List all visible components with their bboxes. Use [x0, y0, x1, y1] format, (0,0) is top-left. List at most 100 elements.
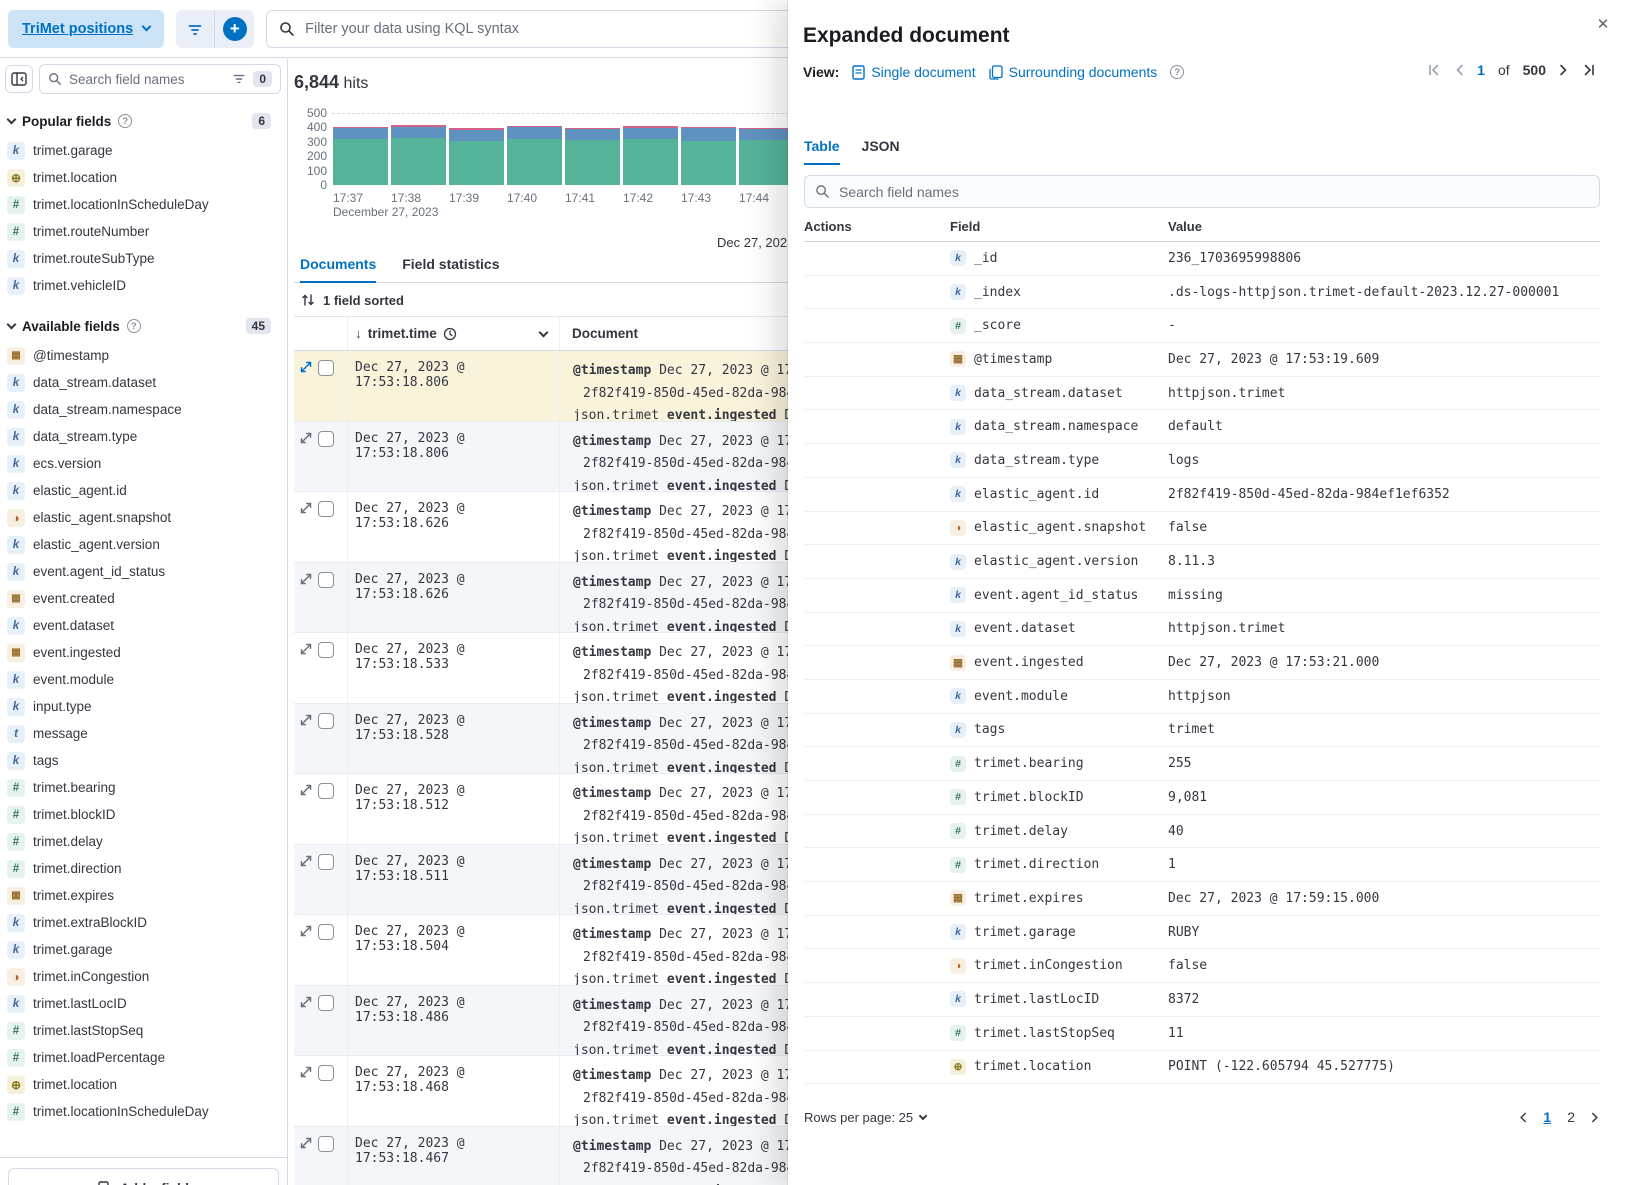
rows-per-page-selector[interactable]: Rows per page: 25 [804, 1110, 926, 1125]
field-list-item[interactable]: trimet.garage [0, 137, 287, 164]
histogram-bar[interactable] [623, 126, 678, 185]
field-list-item[interactable]: event.dataset [0, 612, 287, 639]
field-list-item[interactable]: message [0, 720, 287, 747]
field-value-row[interactable]: trimet.lastStopSeq 11 [804, 1017, 1600, 1051]
field-value-row[interactable]: trimet.expires Dec 27, 2023 @ 17:59:15.0… [804, 882, 1600, 916]
field-list-item[interactable]: trimet.garage [0, 936, 287, 963]
field-value-row[interactable]: trimet.delay 40 [804, 815, 1600, 849]
field-value-row[interactable]: @timestamp Dec 27, 2023 @ 17:53:19.609 [804, 343, 1600, 377]
expand-document-icon[interactable] [300, 643, 312, 703]
tab-table[interactable]: Table [804, 138, 840, 165]
field-list-item[interactable]: trimet.inCongestion [0, 963, 287, 990]
field-list-item[interactable]: elastic_agent.snapshot [0, 504, 287, 531]
row-checkbox[interactable] [318, 1065, 334, 1081]
expand-document-icon[interactable] [300, 573, 312, 633]
histogram-bar[interactable] [681, 127, 736, 185]
field-list-item[interactable]: trimet.bearing [0, 774, 287, 801]
field-value-row[interactable]: elastic_agent.snapshot false [804, 512, 1600, 546]
grid-header-time-column[interactable]: ↓ trimet.time [348, 317, 560, 350]
field-list-item[interactable]: event.created [0, 585, 287, 612]
field-value-row[interactable]: _score - [804, 309, 1600, 343]
page-number-button[interactable]: 2 [1567, 1109, 1575, 1125]
field-value-row[interactable]: data_stream.type logs [804, 444, 1600, 478]
histogram-bar[interactable] [391, 125, 446, 185]
field-list-item[interactable]: trimet.locationInScheduleDay [0, 1098, 287, 1125]
add-field-button[interactable]: Add a field [8, 1168, 279, 1185]
field-list-item[interactable]: trimet.direction [0, 855, 287, 882]
expand-document-icon[interactable] [300, 784, 312, 844]
field-list-item[interactable]: ecs.version [0, 450, 287, 477]
expand-document-icon[interactable] [300, 361, 312, 421]
expand-document-icon[interactable] [300, 925, 312, 985]
popular-fields-header[interactable]: Popular fields ? 6 [0, 113, 287, 129]
field-list-item[interactable]: data_stream.namespace [0, 396, 287, 423]
tab-json[interactable]: JSON [862, 138, 900, 165]
row-checkbox[interactable] [318, 360, 334, 376]
row-checkbox[interactable] [318, 783, 334, 799]
surrounding-documents-link[interactable]: Surrounding documents [989, 64, 1158, 80]
field-value-row[interactable]: elastic_agent.id 2f82f419-850d-45ed-82da… [804, 478, 1600, 512]
row-checkbox[interactable] [318, 642, 334, 658]
row-checkbox[interactable] [318, 995, 334, 1011]
collapse-sidebar-button[interactable] [5, 65, 33, 93]
field-list-item[interactable]: trimet.location [0, 164, 287, 191]
filter-menu-button[interactable] [176, 10, 215, 48]
field-value-row[interactable]: data_stream.namespace default [804, 410, 1600, 444]
histogram-bar[interactable] [739, 128, 794, 185]
row-checkbox[interactable] [318, 713, 334, 729]
field-list-item[interactable]: trimet.delay [0, 828, 287, 855]
field-value-row[interactable]: trimet.lastLocID 8372 [804, 983, 1600, 1017]
histogram-bar[interactable] [565, 128, 620, 185]
field-value-row[interactable]: event.ingested Dec 27, 2023 @ 17:53:21.0… [804, 646, 1600, 680]
field-value-row[interactable]: trimet.location POINT (-122.605794 45.52… [804, 1051, 1600, 1085]
field-list-item[interactable]: trimet.blockID [0, 801, 287, 828]
flyout-field-search[interactable]: Search field names [804, 175, 1600, 208]
next-document-button[interactable] [1559, 63, 1569, 77]
expand-document-icon[interactable] [300, 855, 312, 915]
expand-document-icon[interactable] [300, 432, 312, 492]
field-list-item[interactable]: trimet.lastLocID [0, 990, 287, 1017]
tab-documents[interactable]: Documents [300, 247, 376, 283]
field-value-row[interactable]: trimet.inCongestion false [804, 949, 1600, 983]
field-value-row[interactable]: event.agent_id_status missing [804, 579, 1600, 613]
expand-document-icon[interactable] [300, 714, 312, 774]
field-list-item[interactable]: event.agent_id_status [0, 558, 287, 585]
field-value-row[interactable]: _id 236_1703695998806 [804, 242, 1600, 276]
previous-document-button[interactable] [1454, 63, 1464, 77]
field-value-row[interactable]: trimet.direction 1 [804, 848, 1600, 882]
field-list-item[interactable]: trimet.lastStopSeq [0, 1017, 287, 1044]
field-list-item[interactable]: elastic_agent.id [0, 477, 287, 504]
row-checkbox[interactable] [318, 1136, 334, 1152]
field-value-row[interactable]: trimet.bearing 255 [804, 747, 1600, 781]
single-document-link[interactable]: Single document [852, 64, 975, 80]
field-list-item[interactable]: trimet.routeSubType [0, 245, 287, 272]
field-list-item[interactable]: event.ingested [0, 639, 287, 666]
expand-document-icon[interactable] [300, 1066, 312, 1126]
tab-field-statistics[interactable]: Field statistics [402, 247, 499, 283]
field-value-row[interactable]: trimet.garage RUBY [804, 916, 1600, 950]
field-list-item[interactable]: elastic_agent.version [0, 531, 287, 558]
last-document-button[interactable] [1582, 63, 1596, 77]
row-checkbox[interactable] [318, 431, 334, 447]
field-list-item[interactable]: tags [0, 747, 287, 774]
field-search-input[interactable]: Search field names 0 [39, 64, 281, 94]
expand-document-icon[interactable] [300, 502, 312, 562]
add-filter-button[interactable]: + [215, 10, 254, 48]
field-list-item[interactable]: trimet.loadPercentage [0, 1044, 287, 1071]
expand-document-icon[interactable] [300, 1137, 312, 1185]
field-value-row[interactable]: tags trimet [804, 714, 1600, 748]
next-page-button[interactable] [1591, 1111, 1600, 1124]
field-list-item[interactable]: data_stream.type [0, 423, 287, 450]
previous-page-button[interactable] [1518, 1111, 1527, 1124]
field-list-item[interactable]: trimet.location [0, 1071, 287, 1098]
field-value-row[interactable]: event.module httpjson [804, 680, 1600, 714]
field-list-item[interactable]: trimet.routeNumber [0, 218, 287, 245]
field-list-item[interactable]: event.module [0, 666, 287, 693]
field-value-row[interactable]: data_stream.dataset httpjson.trimet [804, 377, 1600, 411]
field-value-row[interactable]: event.dataset httpjson.trimet [804, 613, 1600, 647]
field-filter-icon[interactable] [232, 73, 246, 85]
row-checkbox[interactable] [318, 572, 334, 588]
available-fields-header[interactable]: Available fields ? 45 [0, 318, 287, 334]
field-list-item[interactable]: trimet.expires [0, 882, 287, 909]
column-menu-chevron-icon[interactable] [539, 327, 549, 337]
